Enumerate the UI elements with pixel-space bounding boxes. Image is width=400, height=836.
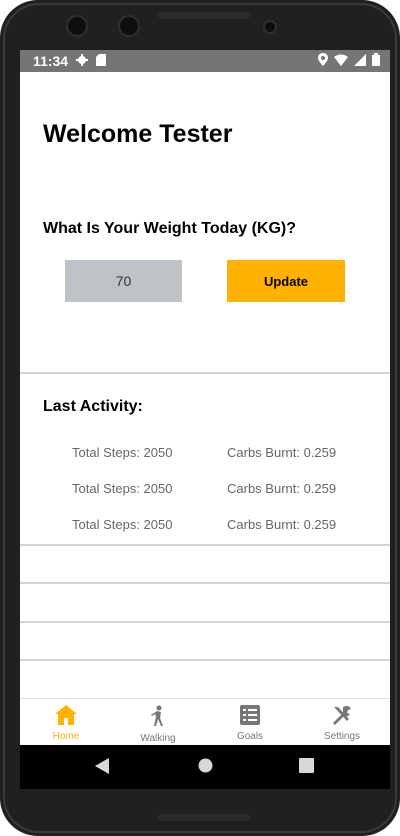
list-divider bbox=[20, 544, 390, 546]
bottom-navigation: Home Walking Goals Settings bbox=[20, 698, 390, 745]
front-camera-icon bbox=[66, 15, 88, 37]
walking-icon bbox=[148, 699, 168, 730]
total-steps: Total Steps: 2050 bbox=[72, 445, 173, 460]
nav-goals[interactable]: Goals bbox=[204, 699, 296, 745]
app-screen: 11:34 Welcome Tester What Is Your Weight… bbox=[20, 50, 390, 745]
battery-icon bbox=[372, 53, 380, 69]
wifi-icon bbox=[334, 53, 348, 69]
sdcard-icon bbox=[96, 53, 107, 69]
list-icon bbox=[240, 699, 260, 728]
back-icon[interactable] bbox=[95, 758, 109, 779]
tools-icon bbox=[331, 699, 353, 728]
earpiece-speaker bbox=[158, 12, 250, 19]
nav-settings[interactable]: Settings bbox=[296, 699, 388, 745]
update-button[interactable]: Update bbox=[227, 260, 345, 302]
list-divider bbox=[20, 621, 390, 623]
total-steps: Total Steps: 2050 bbox=[72, 517, 173, 532]
activity-row: Total Steps: 2050 Carbs Burnt: 0.259 bbox=[20, 445, 390, 465]
proximity-sensor-icon bbox=[263, 20, 277, 34]
system-navigation-bar bbox=[20, 745, 390, 789]
nav-home-label: Home bbox=[52, 731, 80, 742]
signal-icon bbox=[354, 53, 366, 69]
nav-walking[interactable]: Walking bbox=[112, 699, 204, 745]
bottom-speaker bbox=[158, 814, 250, 821]
weight-question: What Is Your Weight Today (KG)? bbox=[43, 220, 297, 237]
activity-row: Total Steps: 2050 Carbs Burnt: 0.259 bbox=[20, 517, 390, 537]
recents-icon[interactable] bbox=[299, 758, 314, 778]
status-bar: 11:34 bbox=[20, 50, 390, 72]
last-activity-title: Last Activity: bbox=[43, 398, 143, 415]
weight-input[interactable] bbox=[65, 260, 182, 302]
nav-goals-label: Goals bbox=[236, 731, 264, 742]
carbs-burnt: Carbs Burnt: 0.259 bbox=[227, 445, 337, 460]
list-divider bbox=[20, 582, 390, 584]
carbs-burnt: Carbs Burnt: 0.259 bbox=[227, 481, 337, 496]
total-steps: Total Steps: 2050 bbox=[72, 481, 173, 496]
welcome-title: Welcome Tester bbox=[43, 120, 233, 148]
section-divider bbox=[20, 372, 390, 374]
status-icons-right bbox=[318, 53, 380, 69]
list-divider bbox=[20, 659, 390, 661]
activity-row: Total Steps: 2050 Carbs Burnt: 0.259 bbox=[20, 481, 390, 501]
gear-icon bbox=[76, 53, 89, 69]
phone-frame: 11:34 Welcome Tester What Is Your Weight… bbox=[0, 0, 400, 836]
home-circle-icon[interactable] bbox=[198, 758, 213, 778]
carbs-burnt: Carbs Burnt: 0.259 bbox=[227, 517, 337, 532]
home-icon bbox=[55, 699, 77, 728]
location-icon bbox=[318, 53, 328, 69]
nav-settings-label: Settings bbox=[323, 731, 361, 742]
nav-home[interactable]: Home bbox=[20, 699, 112, 745]
nav-walking-label: Walking bbox=[140, 733, 176, 744]
status-time: 11:34 bbox=[33, 53, 69, 69]
front-sensor-icon bbox=[118, 15, 140, 37]
